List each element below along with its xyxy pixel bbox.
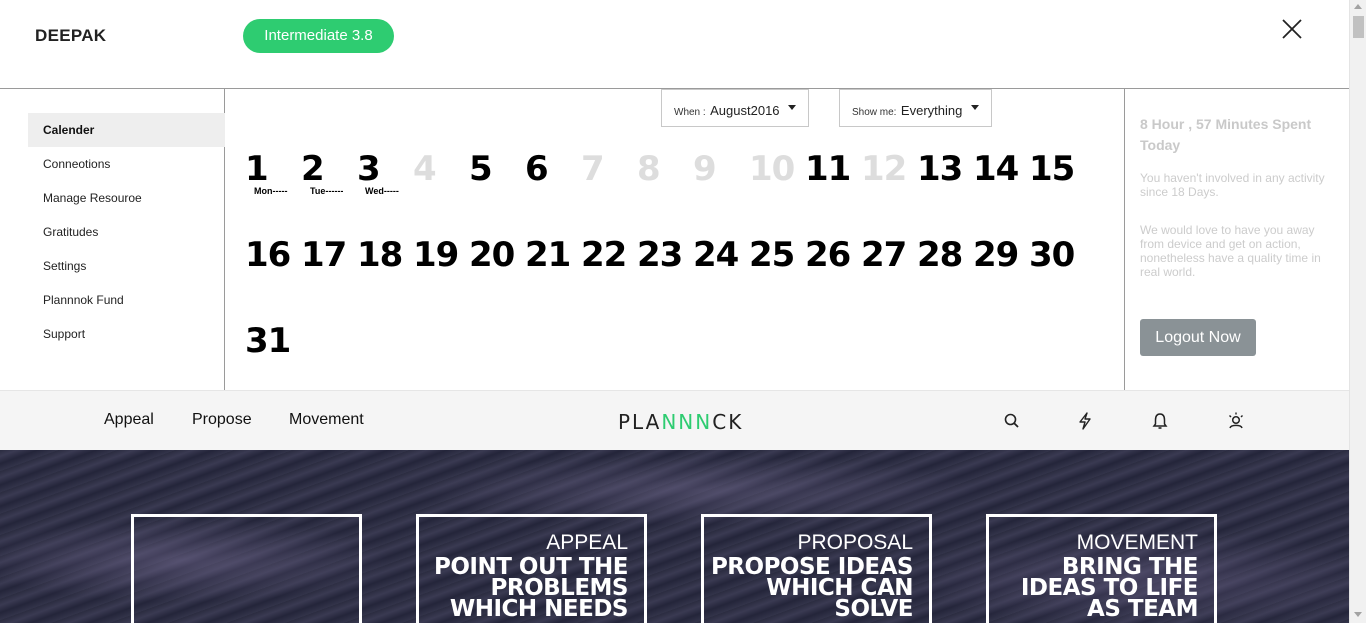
bell-icon[interactable] (1150, 411, 1170, 431)
nav-link-appeal[interactable]: Appeal (104, 411, 154, 429)
day-label: Mon----- (254, 186, 288, 196)
main-navbar: Appeal Propose Movement PLANNNCK (0, 390, 1349, 450)
hero-card-title: PROPOSAL (797, 531, 913, 554)
calendar-day[interactable]: 23 (637, 235, 683, 275)
sidebar-item-label: Conneotions (43, 157, 111, 171)
sidebar-item-label: Plannnok Fund (43, 293, 124, 307)
sidebar-item-support[interactable]: Support (28, 317, 225, 351)
calendar-day[interactable]: 7 (581, 149, 605, 189)
sidebar-item-manage-resource[interactable]: Manage Resouroe (28, 181, 225, 215)
hero-card-title: MOVEMENT (1076, 531, 1198, 554)
activity-panel: 8 Hour , 57 Minutes Spent Today You have… (1124, 89, 1349, 390)
caret-down-icon (788, 105, 796, 110)
sidebar-item-calender[interactable]: Calender (28, 113, 225, 147)
filter-select-label: Show me: (852, 107, 897, 118)
month-select[interactable]: When : August2016 (661, 89, 809, 127)
calendar-day[interactable]: 15 (1029, 149, 1075, 189)
user-icon[interactable] (1226, 411, 1246, 431)
calendar-day[interactable]: 25 (749, 235, 795, 275)
page-root: DEEPAK Intermediate 3.8 Calender Conneot… (0, 0, 1366, 623)
hero-card-desc: BRING THE IDEAS TO LIFE AS TEAM (1020, 554, 1199, 622)
calendar-day[interactable]: 6 (525, 149, 549, 189)
sidebar-item-gratitudes[interactable]: Gratitudes (28, 215, 225, 249)
calendar-day[interactable]: 3 (357, 149, 381, 189)
calendar-day[interactable]: 16 (245, 235, 291, 275)
page-scrollbar[interactable] (1349, 0, 1366, 623)
close-icon (1282, 19, 1302, 39)
calendar-day[interactable]: 12 (861, 149, 907, 189)
calendar-day[interactable]: 22 (581, 235, 627, 275)
logo-text-prefix: PLA (618, 410, 662, 434)
calendar-day[interactable]: 31 (245, 321, 291, 361)
calendar-day[interactable]: 20 (469, 235, 515, 275)
calendar-panel: When : August2016 Show me: Everything 12… (225, 89, 1124, 390)
filter-select-value: Everything (900, 103, 963, 118)
inactivity-text: You haven't involved in any activity sin… (1140, 171, 1325, 199)
calendar-day[interactable]: 14 (973, 149, 1019, 189)
calendar-day[interactable]: 11 (805, 149, 851, 189)
filter-select[interactable]: Show me: Everything (839, 89, 992, 127)
caret-down-icon (971, 105, 979, 110)
calendar-day[interactable]: 13 (917, 149, 963, 189)
encouragement-text: We would love to have you away from devi… (1140, 223, 1321, 279)
hero-card-proposal[interactable]: PROPOSAL PROPOSE IDEAS WHICH CAN SOLVE (701, 514, 932, 623)
sidebar-item-label: Settings (43, 259, 87, 273)
nav-link-propose[interactable]: Propose (192, 411, 252, 429)
logo-text-suffix: CK (712, 410, 744, 434)
scroll-down-icon[interactable] (1354, 612, 1362, 617)
calendar-day[interactable]: 28 (917, 235, 963, 275)
hero-card-empty[interactable] (131, 514, 362, 623)
sidebar: Calender Conneotions Manage Resouroe Gra… (0, 89, 225, 390)
sidebar-item-settings[interactable]: Settings (28, 249, 225, 283)
hero-card-desc: POINT OUT THE PROBLEMS WHICH NEEDS (434, 554, 629, 622)
close-button[interactable] (1280, 17, 1304, 41)
nav-link-movement[interactable]: Movement (289, 411, 364, 429)
sidebar-item-label: Manage Resouroe (43, 191, 142, 205)
calendar-day[interactable]: 17 (301, 235, 347, 275)
scroll-thumb[interactable] (1353, 16, 1364, 38)
day-label: Tue------ (310, 186, 344, 196)
month-select-label: When : (674, 107, 706, 118)
sidebar-item-label: Calender (43, 123, 95, 137)
user-name: DEEPAK (35, 26, 107, 45)
calendar-day[interactable]: 26 (805, 235, 851, 275)
time-spent-text: 8 Hour , 57 Minutes Spent Today (1140, 116, 1312, 153)
hero-card-desc: PROPOSE IDEAS WHICH CAN SOLVE (710, 554, 914, 622)
calendar-day[interactable]: 30 (1029, 235, 1075, 275)
calendar-day[interactable]: 19 (413, 235, 459, 275)
logo-text-accent: NNN (661, 410, 713, 434)
calendar-day[interactable]: 4 (413, 149, 437, 189)
hero-card-movement[interactable]: MOVEMENT BRING THE IDEAS TO LIFE AS TEAM (986, 514, 1217, 623)
level-badge[interactable]: Intermediate 3.8 (243, 19, 394, 53)
profile-header: DEEPAK Intermediate 3.8 (0, 0, 1349, 89)
lightning-icon[interactable] (1075, 411, 1095, 431)
sidebar-item-label: Support (43, 327, 86, 341)
calendar-day[interactable]: 2 (301, 149, 325, 189)
search-icon[interactable] (1002, 411, 1022, 431)
calendar-day[interactable]: 29 (973, 235, 1019, 275)
calendar-day[interactable]: 8 (637, 149, 661, 189)
calendar-day[interactable]: 5 (469, 149, 493, 189)
scroll-up-icon[interactable] (1354, 4, 1362, 9)
calendar-day[interactable]: 18 (357, 235, 403, 275)
calendar-day[interactable]: 21 (525, 235, 571, 275)
hero-card-title: APPEAL (546, 531, 628, 554)
calendar-day[interactable]: 27 (861, 235, 907, 275)
brand-logo[interactable]: PLANNNCK (618, 410, 743, 434)
calendar-day[interactable]: 10 (749, 149, 795, 189)
hero-card-appeal[interactable]: APPEAL POINT OUT THE PROBLEMS WHICH NEED… (416, 514, 647, 623)
day-label: Wed----- (365, 186, 399, 196)
sidebar-item-label: Gratitudes (43, 225, 99, 239)
hero-section: APPEAL POINT OUT THE PROBLEMS WHICH NEED… (0, 450, 1349, 623)
logout-button[interactable]: Logout Now (1140, 319, 1256, 356)
month-select-value: August2016 (710, 103, 780, 118)
sidebar-item-fund[interactable]: Plannnok Fund (28, 283, 225, 317)
sidebar-item-connections[interactable]: Conneotions (28, 147, 225, 181)
calendar-day[interactable]: 1 (245, 149, 269, 189)
calendar-day[interactable]: 24 (693, 235, 739, 275)
calendar-day[interactable]: 9 (693, 149, 717, 189)
